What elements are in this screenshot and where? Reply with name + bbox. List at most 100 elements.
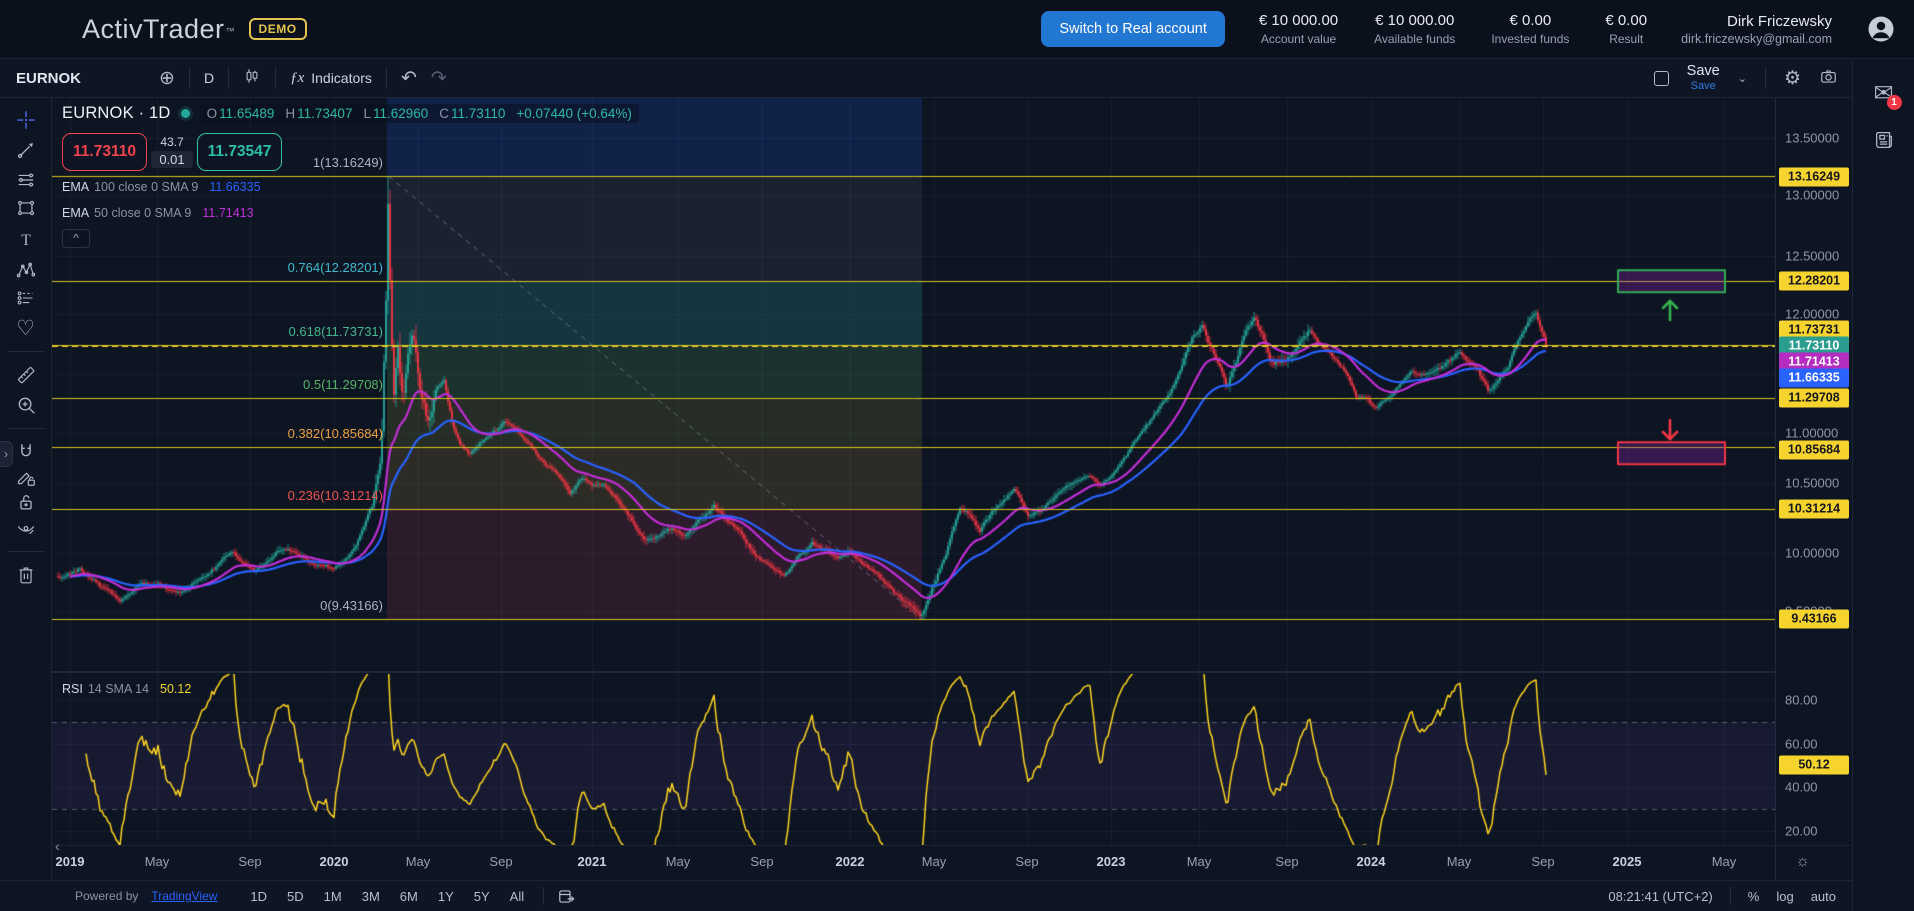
tradingview-link[interactable]: TradingView xyxy=(151,889,217,903)
sidebar-expand-handle[interactable]: › xyxy=(0,441,13,467)
bottom-bar: Powered by TradingView 1D 5D 1M 3M 6M 1Y 5Y All… xyxy=(0,880,1852,911)
redo-icon[interactable]: ↷ xyxy=(431,69,447,88)
price-badge: 10.85684 xyxy=(1779,441,1849,460)
range-button-5d[interactable]: 5D xyxy=(281,887,310,906)
mail-icon[interactable]: ✉ 1 xyxy=(1873,79,1893,108)
text-tool-icon[interactable]: T xyxy=(9,225,43,255)
shapes-tool-icon[interactable] xyxy=(9,193,43,223)
compare-add-icon[interactable]: ⊕ xyxy=(159,69,175,88)
save-chevron-down-icon[interactable]: ⌄ xyxy=(1738,72,1747,85)
fx-icon: ƒx xyxy=(290,70,304,87)
fib-level-label: 0(9.43166) xyxy=(183,598,383,613)
rsi-legend-row[interactable]: RSI 14 SMA 14 50.12 xyxy=(62,682,191,696)
symbol-interval-title[interactable]: EURNOK · 1D xyxy=(62,104,171,123)
stat-result: € 0.00 Result xyxy=(1605,12,1647,46)
bottom-bar-divider xyxy=(543,887,544,905)
stat-available-funds: € 10 000.00 Available funds xyxy=(1374,12,1455,46)
log-scale-toggle[interactable]: log xyxy=(1776,889,1793,904)
chart-style-icon[interactable] xyxy=(243,67,261,89)
lot-size[interactable]: 0.01 xyxy=(151,151,192,168)
auto-scale-toggle[interactable]: auto xyxy=(1811,889,1836,904)
low-value: 11.62960 xyxy=(373,106,428,121)
result-label: Result xyxy=(1605,32,1647,46)
crosshair-tool-icon[interactable] xyxy=(9,105,43,135)
settings-gear-icon[interactable]: ⚙ xyxy=(1784,69,1801,88)
legend-collapse-button[interactable]: ^ xyxy=(62,229,90,248)
range-button-1d[interactable]: 1D xyxy=(244,887,273,906)
avatar-icon[interactable] xyxy=(1866,14,1896,44)
rsi-value: 50.12 xyxy=(160,682,191,696)
time-axis[interactable]: ☼ 2019MaySep2020MaySep2021MaySep2022MayS… xyxy=(52,845,1852,880)
fib-level-label: 0.5(11.29708) xyxy=(183,377,383,392)
time-tick-label: 2020 xyxy=(320,854,349,869)
ema50-legend-row[interactable]: EMA 50 close 0 SMA 9 11.71413 xyxy=(62,203,639,223)
drawing-tools-sidebar: T♡ xyxy=(0,98,52,880)
news-icon[interactable] xyxy=(1873,129,1895,156)
buy-button[interactable]: 11.73547 xyxy=(197,133,282,171)
price-scale[interactable]: 13.5000013.0000012.5000012.0000011.00000… xyxy=(1775,98,1852,880)
symbol-button[interactable]: EURNOK xyxy=(16,70,81,87)
save-button[interactable]: Save Save xyxy=(1687,64,1720,92)
user-name: Dirk Friczewsky xyxy=(1681,13,1832,30)
price-badge: 13.16249 xyxy=(1779,167,1849,186)
undo-icon[interactable]: ↶ xyxy=(401,69,417,88)
svg-text:T: T xyxy=(21,232,31,249)
powered-by-label: Powered by xyxy=(75,889,138,903)
header: ActivTrader ™ DEMO Switch to Real accoun… xyxy=(0,0,1914,59)
trademark-symbol: ™ xyxy=(226,26,235,36)
price-tick-label: 12.50000 xyxy=(1785,249,1839,264)
go-to-date-icon[interactable] xyxy=(557,887,576,906)
fib-level-label: 0.618(11.73731) xyxy=(183,324,383,339)
session-sun-icon[interactable]: ☼ xyxy=(1795,853,1810,871)
trend-line-tool-icon[interactable] xyxy=(9,135,43,165)
layout-icon[interactable] xyxy=(1654,71,1669,86)
mail-unread-badge: 1 xyxy=(1887,95,1902,110)
forecast-tool-icon[interactable] xyxy=(9,283,43,313)
ema100-legend-row[interactable]: EMA 100 close 0 SMA 9 11.66335 xyxy=(62,177,639,197)
clock[interactable]: 08:21:41 (UTC+2) xyxy=(1608,889,1712,904)
time-tick-label: May xyxy=(1447,854,1472,869)
save-label: Save xyxy=(1687,64,1720,79)
range-button-3m[interactable]: 3M xyxy=(356,887,386,906)
sell-button[interactable]: 11.73110 xyxy=(62,133,147,171)
xabcd-pattern-tool-icon[interactable] xyxy=(9,255,43,285)
range-button-1y[interactable]: 1Y xyxy=(432,887,460,906)
price-badge: 11.66335 xyxy=(1779,369,1849,388)
range-button-1m[interactable]: 1M xyxy=(318,887,348,906)
rsi-tick-label: 80.00 xyxy=(1785,693,1818,708)
toolbar-divider xyxy=(386,67,387,89)
hide-all-tool-icon[interactable] xyxy=(9,512,43,542)
camera-snapshot-icon[interactable] xyxy=(1819,67,1838,90)
scroll-left-chevron-icon[interactable]: ‹ xyxy=(55,838,60,854)
range-button-5y[interactable]: 5Y xyxy=(468,887,496,906)
tools-divider xyxy=(8,351,44,352)
ema50-value: 11.71413 xyxy=(202,206,253,220)
toolbar-divider xyxy=(228,67,229,89)
price-badge: 11.29708 xyxy=(1779,388,1849,407)
price-tick-label: 12.00000 xyxy=(1785,307,1839,322)
range-button-6m[interactable]: 6M xyxy=(394,887,424,906)
indicators-button[interactable]: ƒx Indicators xyxy=(290,70,372,87)
zoom-in-tool-icon[interactable] xyxy=(9,390,43,420)
time-tick-label: Sep xyxy=(238,854,261,869)
time-tick-label: May xyxy=(1712,854,1737,869)
toolbar-divider xyxy=(1765,67,1766,89)
ruler-tool-icon[interactable] xyxy=(9,360,43,390)
chart-legend: EURNOK · 1D O11.65489 H11.73407 L11.6296… xyxy=(62,102,639,248)
demo-badge: DEMO xyxy=(249,18,307,40)
remove-all-tool-icon[interactable] xyxy=(9,560,43,590)
time-tick-label: 2022 xyxy=(836,854,865,869)
emoji-heart-tool-icon[interactable]: ♡ xyxy=(9,313,43,343)
tools-divider xyxy=(8,551,44,552)
interval-button[interactable]: D xyxy=(204,70,214,86)
horizontal-lines-tool-icon[interactable] xyxy=(9,165,43,195)
percent-scale-toggle[interactable]: % xyxy=(1748,889,1760,904)
time-tick-label: Sep xyxy=(1531,854,1554,869)
switch-to-real-account-button[interactable]: Switch to Real account xyxy=(1041,11,1225,47)
range-button-all[interactable]: All xyxy=(504,887,530,906)
stat-account-value: € 10 000.00 Account value xyxy=(1259,12,1338,46)
invested-funds-label: Invested funds xyxy=(1491,32,1569,46)
quote-widget: 11.73110 43.7 0.01 11.73547 xyxy=(62,133,639,171)
pane-divider[interactable] xyxy=(52,671,1775,673)
toolbar-left: EURNOK ⊕ D ƒx Indicators ↶ ↷ xyxy=(0,67,447,89)
